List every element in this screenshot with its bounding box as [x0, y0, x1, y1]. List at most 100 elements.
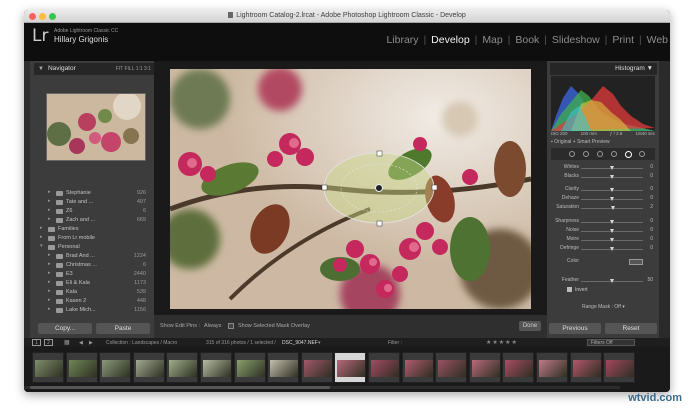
- slider-thumb[interactable]: [609, 220, 614, 224]
- slider-clarity[interactable]: Clarity 0: [551, 186, 655, 194]
- folder-row[interactable]: ▸ Kasen 2 448: [32, 297, 150, 306]
- slider-blacks[interactable]: Blacks 0: [551, 173, 655, 181]
- module-map[interactable]: Map: [482, 34, 502, 46]
- disclosure-triangle-icon[interactable]: ▾: [40, 243, 43, 249]
- folder-row[interactable]: ▸ Kala 539: [32, 288, 150, 297]
- filmstrip-thumbnail[interactable]: [368, 352, 400, 383]
- slider-value[interactable]: 0: [650, 218, 653, 224]
- filmstrip-thumbnail[interactable]: [468, 352, 501, 383]
- folder-row[interactable]: ▸ Tate and ... 497: [32, 198, 150, 207]
- collection-set-row[interactable]: ▾ Personal: [32, 243, 150, 252]
- navigator-zoom-options[interactable]: FIT FILL 1:1 3:1: [116, 63, 151, 75]
- radial-filter-handle[interactable]: [431, 184, 438, 191]
- navigator-header[interactable]: ▼ Navigator FIT FILL 1:1 3:1: [34, 63, 154, 75]
- disclosure-triangle-icon[interactable]: ▸: [48, 207, 51, 213]
- radial-filter-pin[interactable]: [375, 184, 383, 192]
- disclosure-triangle-icon[interactable]: ▸: [48, 306, 51, 312]
- page-1-button[interactable]: 1: [32, 339, 41, 346]
- page-2-button[interactable]: 2: [44, 339, 53, 346]
- slider-value[interactable]: 0: [650, 245, 653, 251]
- color-swatch-row[interactable]: Color: [551, 258, 655, 266]
- disclosure-triangle-icon[interactable]: ▸: [48, 198, 51, 204]
- slider-moire[interactable]: Moire 0: [551, 236, 655, 244]
- zoom-3to1[interactable]: 3:1: [144, 66, 151, 72]
- slider-value[interactable]: 0: [650, 164, 653, 170]
- disclosure-triangle-icon[interactable]: ▸: [48, 297, 51, 303]
- slider-saturation[interactable]: Saturation 2: [551, 204, 655, 212]
- slider-value[interactable]: 0: [650, 227, 653, 233]
- radial-filter-handle[interactable]: [321, 184, 328, 191]
- slider-noise[interactable]: Noise 0: [551, 227, 655, 235]
- module-book[interactable]: Book: [515, 34, 539, 46]
- slider-value[interactable]: 50: [647, 277, 653, 283]
- folder-row[interactable]: ▸ Lake Mich... 1156: [32, 306, 150, 315]
- mask-overlay-checkbox[interactable]: [228, 323, 234, 329]
- slider-value[interactable]: 2: [650, 204, 653, 210]
- filmstrip-thumbnail[interactable]: [502, 352, 535, 383]
- filmstrip-thumbnail[interactable]: [132, 352, 165, 383]
- slider-value[interactable]: 0: [650, 186, 653, 192]
- red-eye-tool-icon[interactable]: [597, 151, 603, 157]
- filmstrip-thumbnail[interactable]: [200, 352, 232, 383]
- reset-button[interactable]: Reset: [605, 323, 657, 334]
- radial-filter-handle[interactable]: [376, 220, 383, 227]
- filmstrip-scrollbar[interactable]: [24, 386, 620, 389]
- filmstrip-thumbnail[interactable]: [267, 352, 300, 383]
- filmstrip-thumbnail[interactable]: [32, 352, 64, 383]
- module-print[interactable]: Print: [612, 34, 634, 46]
- folder-row[interactable]: ▸ Christmas ... 6: [32, 261, 150, 270]
- filmstrip-thumbnail[interactable]: [99, 352, 132, 383]
- color-swatch[interactable]: [629, 259, 643, 265]
- range-mask[interactable]: Range Mask : Off ▾: [582, 304, 625, 310]
- folder-row[interactable]: ▸ Z6 6: [32, 207, 150, 216]
- done-button[interactable]: Done: [519, 321, 541, 331]
- filmstrip-thumbnail[interactable]: [401, 352, 434, 383]
- zoom-fit[interactable]: FIT: [116, 66, 123, 72]
- slider-track[interactable]: [581, 175, 643, 179]
- filmstrip-thumbnail[interactable]: [536, 352, 568, 383]
- filmstrip-scroll-thumb[interactable]: [30, 386, 330, 389]
- folder-row[interactable]: ▸ E3 2440: [32, 270, 150, 279]
- disclosure-triangle-icon[interactable]: ▸: [48, 270, 51, 276]
- folder-row[interactable]: ▸ Zach and ... 669: [32, 216, 150, 225]
- slider-track[interactable]: [581, 229, 643, 233]
- slider-track[interactable]: [581, 206, 643, 210]
- zoom-fill[interactable]: FILL: [124, 66, 134, 72]
- disclosure-triangle-icon[interactable]: ▸: [48, 216, 51, 222]
- paste-button[interactable]: Paste: [96, 323, 150, 334]
- forward-arrow-icon[interactable]: ▶: [89, 340, 93, 346]
- filmstrip-thumbnail[interactable]: [300, 352, 333, 383]
- module-develop[interactable]: Develop: [431, 34, 470, 46]
- slider-thumb[interactable]: [609, 175, 614, 179]
- copy-button[interactable]: Copy...: [38, 323, 92, 334]
- module-slideshow[interactable]: Slideshow: [552, 34, 600, 46]
- disclosure-triangle-icon[interactable]: ▸: [48, 261, 51, 267]
- spot-removal-tool-icon[interactable]: [583, 151, 589, 157]
- develop-photo[interactable]: [170, 69, 531, 309]
- previous-button[interactable]: Previous: [549, 323, 601, 334]
- slider-whites[interactable]: Whites 0: [551, 164, 655, 172]
- graduated-filter-tool-icon[interactable]: [611, 151, 617, 157]
- left-panel-edge[interactable]: [24, 61, 30, 338]
- crop-tool-icon[interactable]: [569, 151, 575, 157]
- navigator-preview[interactable]: [46, 93, 146, 161]
- slider-value[interactable]: 0: [650, 195, 653, 201]
- slider-value[interactable]: 0: [650, 236, 653, 242]
- histogram-header[interactable]: Histogram ▼: [550, 63, 657, 75]
- module-library[interactable]: Library: [386, 34, 418, 46]
- folder-row[interactable]: ▸ Eli & Kala 1173: [32, 279, 150, 288]
- slider-thumb[interactable]: [609, 238, 614, 242]
- filmstrip-thumbnail[interactable]: [166, 352, 199, 383]
- rating-filter-stars[interactable]: ★★★★★: [486, 339, 518, 346]
- slider-thumb[interactable]: [609, 166, 614, 170]
- slider-thumb[interactable]: [609, 247, 614, 251]
- filmstrip-thumbnail[interactable]: [569, 352, 602, 383]
- filename-dropdown-icon[interactable]: ▾: [318, 340, 321, 346]
- disclosure-triangle-icon[interactable]: ▸: [48, 189, 51, 195]
- folder-row[interactable]: ▸ Brad And ... 1224: [32, 252, 150, 261]
- slider-track[interactable]: [581, 166, 643, 170]
- filmstrip-thumbnail[interactable]: [435, 352, 468, 383]
- disclosure-triangle-icon[interactable]: ▸: [40, 234, 43, 240]
- preview-status[interactable]: ▪ Original + Smart Preview: [551, 139, 610, 145]
- collection-set-row[interactable]: ▸ From Lr mobile: [32, 234, 150, 243]
